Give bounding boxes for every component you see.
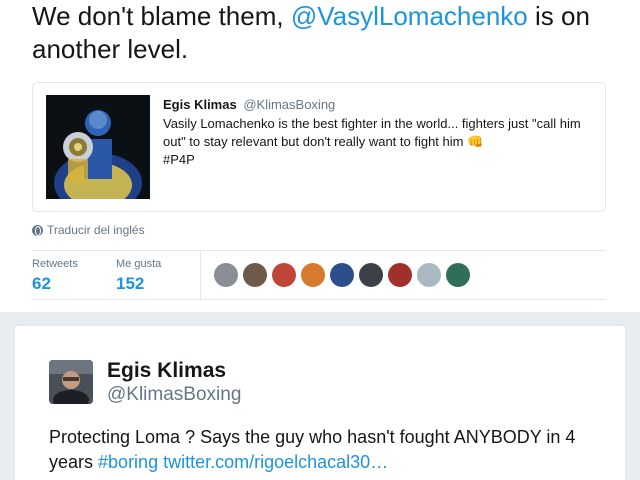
likes-stat[interactable]: Me gusta 152 <box>116 257 161 295</box>
liker-avatar[interactable] <box>214 263 238 287</box>
author-avatar[interactable] <box>49 360 93 404</box>
url-link[interactable]: twitter.com/rigoelchacal30… <box>163 452 388 472</box>
retweets-label: Retweets <box>32 258 78 270</box>
quoted-author-name[interactable]: Egis Klimas <box>163 97 237 112</box>
quoted-tweet[interactable]: Egis Klimas @KlimasBoxing Vasily Lomache… <box>32 82 606 212</box>
likes-count: 152 <box>116 274 145 293</box>
liker-avatar[interactable] <box>417 263 441 287</box>
liker-avatars <box>214 263 470 287</box>
retweet-card: We don't blame them, @VasylLomachenko is… <box>0 0 640 312</box>
globe-icon <box>32 224 43 236</box>
embedded-tweet: Egis Klimas @KlimasBoxing Protecting Lom… <box>14 325 626 480</box>
liker-avatar[interactable] <box>272 263 296 287</box>
liker-avatar[interactable] <box>359 263 383 287</box>
translate-label: Traducir del inglés <box>47 223 145 237</box>
retweets-stat[interactable]: Retweets 62 <box>32 257 78 295</box>
quoted-tweet-image[interactable] <box>46 95 150 199</box>
author-name[interactable]: Egis Klimas <box>107 359 226 383</box>
hashtag-link[interactable]: #boring <box>98 452 158 472</box>
liker-avatar[interactable] <box>388 263 412 287</box>
likes-label: Me gusta <box>116 258 162 270</box>
quoted-author-handle[interactable]: @KlimasBoxing <box>243 97 335 112</box>
engagement-stats: Retweets 62 Me gusta 152 <box>32 250 606 300</box>
stats-divider <box>200 251 201 299</box>
quoted-hashtag[interactable]: #P4P <box>163 152 195 167</box>
fist-emoji-icon: 👊 <box>467 134 484 149</box>
embedded-tweet-text: Protecting Loma ? Says the guy who hasn'… <box>49 425 609 475</box>
liker-avatar[interactable] <box>330 263 354 287</box>
liker-avatar[interactable] <box>446 263 470 287</box>
liker-avatar[interactable] <box>301 263 325 287</box>
quoted-tweet-header: Egis Klimas @KlimasBoxing <box>163 96 593 114</box>
tweet-text: We don't blame them, @VasylLomachenko is… <box>32 0 632 66</box>
quoted-tweet-body: Egis Klimas @KlimasBoxing Vasily Lomache… <box>163 96 593 169</box>
tweet-text-part: We don't blame them, <box>32 1 291 31</box>
mention-link[interactable]: @VasylLomachenko <box>291 1 528 31</box>
author-handle[interactable]: @KlimasBoxing <box>107 384 241 406</box>
liker-avatar[interactable] <box>243 263 267 287</box>
quoted-tweet-text: Vasily Lomachenko is the best fighter in… <box>163 115 593 169</box>
retweets-count: 62 <box>32 274 51 293</box>
quoted-text-content: Vasily Lomachenko is the best fighter in… <box>163 116 581 149</box>
translate-link[interactable]: Traducir del inglés <box>32 223 145 237</box>
